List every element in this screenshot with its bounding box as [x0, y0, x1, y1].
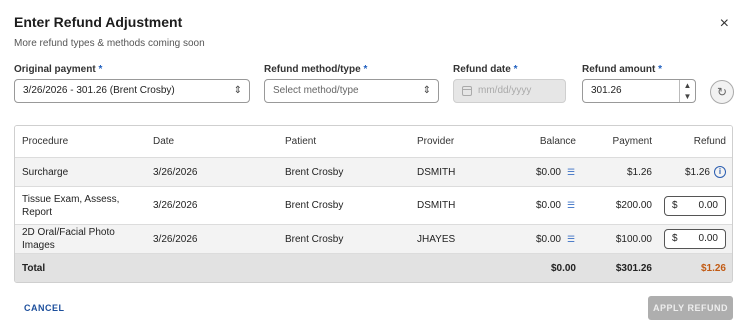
chevron-updown-icon: ⇕	[422, 85, 431, 96]
refund-input[interactable]: $ 0.00	[664, 195, 726, 216]
cell-refund: $ 0.00	[664, 225, 726, 253]
cell-patient: Brent Crosby	[285, 233, 344, 245]
original-payment-value: 3/26/2026 - 301.26 (Brent Crosby)	[23, 85, 175, 96]
dialog-title: Enter Refund Adjustment	[14, 14, 183, 30]
cell-procedure: Surcharge	[22, 166, 69, 178]
header-date: Date	[153, 136, 175, 147]
cell-patient: Brent Crosby	[285, 200, 344, 211]
currency-symbol: $	[672, 199, 678, 211]
header-provider: Provider	[417, 136, 455, 147]
cell-procedure: Tissue Exam, Assess, Report	[22, 193, 120, 218]
required-mark: *	[98, 64, 103, 75]
list-icon[interactable]: ☰	[567, 234, 576, 245]
total-balance: $0.00	[550, 262, 576, 274]
close-icon[interactable]: ×	[720, 16, 729, 32]
header-refund: Refund	[693, 136, 726, 147]
refund-amount-input[interactable]: 301.26 ▲ ▼	[582, 79, 696, 103]
refund-value: $1.26	[684, 166, 710, 178]
cell-provider: JHAYES	[417, 233, 456, 245]
refund-method-label-text: Refund method/type	[264, 64, 361, 75]
refund-dialog: Enter Refund Adjustment More refund type…	[0, 0, 747, 334]
original-payment-label-text: Original payment	[14, 64, 96, 75]
table-header-row: Procedure Date Patient Provider Balance …	[15, 126, 732, 157]
refund-date-placeholder: mm/dd/yyyy	[478, 85, 532, 96]
cell-balance: $0.00 ☰	[536, 158, 576, 186]
refund-amount-label: Refund amount *	[582, 64, 662, 75]
cell-refund: $1.26 i	[685, 158, 726, 186]
total-payment: $301.26	[615, 262, 652, 274]
table-total-row: Total $0.00 $301.26 $1.26	[15, 253, 732, 282]
list-icon[interactable]: ☰	[567, 167, 576, 178]
cell-payment: $1.26	[626, 166, 652, 178]
refund-method-placeholder: Select method/type	[273, 85, 359, 96]
amount-stepper[interactable]: ▲ ▼	[679, 80, 695, 102]
refund-method-label: Refund method/type *	[264, 64, 367, 75]
header-procedure: Procedure	[22, 136, 69, 147]
original-payment-select[interactable]: 3/26/2026 - 301.26 (Brent Crosby) ⇕	[14, 79, 250, 103]
calendar-icon	[462, 86, 472, 96]
chevron-updown-icon: ⇕	[233, 85, 242, 96]
dialog-subtitle: More refund types & methods coming soon	[14, 38, 205, 49]
table-row: Surcharge 3/26/2026 Brent Crosby DSMITH …	[15, 157, 732, 186]
header-balance: Balance	[539, 136, 576, 147]
table-row: Tissue Exam, Assess, Report 3/26/2026 Br…	[15, 186, 732, 224]
cancel-button[interactable]: CANCEL	[24, 303, 65, 313]
cell-procedure: 2D Oral/Facial Photo Images	[22, 227, 115, 251]
refund-input[interactable]: $ 0.00	[664, 229, 726, 249]
header-patient: Patient	[285, 136, 317, 147]
refund-date-label: Refund date *	[453, 64, 517, 75]
cell-payment: $200.00	[615, 200, 652, 211]
balance-value: $0.00	[535, 200, 561, 211]
cell-patient: Brent Crosby	[285, 166, 344, 178]
original-payment-label: Original payment *	[14, 64, 102, 75]
refund-date-label-text: Refund date	[453, 64, 511, 75]
info-icon[interactable]: i	[714, 166, 726, 178]
required-mark: *	[363, 64, 368, 75]
apply-refund-button[interactable]: APPLY REFUND	[648, 296, 733, 320]
required-mark: *	[658, 64, 663, 75]
refresh-icon[interactable]: ↻	[710, 80, 734, 104]
cell-payment: $100.00	[615, 233, 652, 245]
cell-balance: $0.00 ☰	[536, 225, 576, 253]
cell-date: 3/26/2026	[153, 200, 198, 211]
refund-input-value: 0.00	[698, 233, 718, 244]
table-row: 2D Oral/Facial Photo Images 3/26/2026 Br…	[15, 224, 732, 253]
header-payment: Payment	[612, 136, 652, 147]
stepper-up-icon[interactable]: ▲	[680, 80, 695, 91]
refund-table: Procedure Date Patient Provider Balance …	[14, 125, 733, 283]
cell-provider: DSMITH	[417, 166, 456, 178]
refund-method-select[interactable]: Select method/type ⇕	[264, 79, 439, 103]
refund-input-value: 0.00	[698, 199, 718, 211]
refund-date-input[interactable]: mm/dd/yyyy	[453, 79, 566, 103]
total-label: Total	[22, 262, 46, 274]
cell-date: 3/26/2026	[153, 233, 198, 245]
currency-symbol: $	[672, 233, 678, 244]
cell-refund: $ 0.00	[664, 187, 726, 224]
cell-provider: DSMITH	[417, 200, 456, 211]
cell-balance: $0.00 ☰	[536, 187, 576, 224]
required-mark: *	[513, 64, 518, 75]
balance-value: $0.00	[535, 233, 561, 245]
refund-amount-value: 301.26	[591, 85, 622, 96]
list-icon[interactable]: ☰	[567, 200, 576, 211]
total-refund: $1.26	[700, 262, 726, 274]
refund-amount-label-text: Refund amount	[582, 64, 656, 75]
balance-value: $0.00	[535, 166, 561, 178]
stepper-down-icon[interactable]: ▼	[680, 91, 695, 102]
cell-date: 3/26/2026	[153, 166, 198, 178]
